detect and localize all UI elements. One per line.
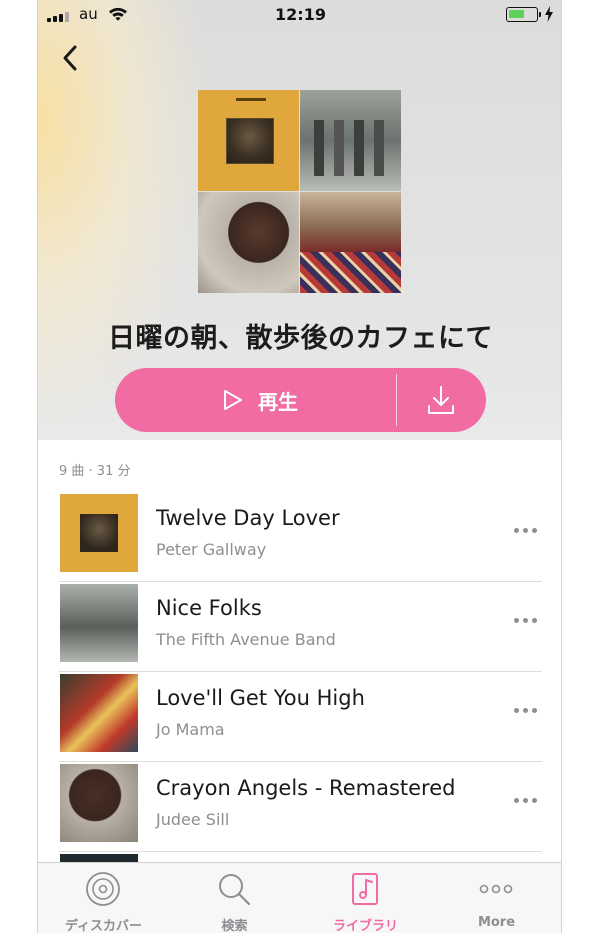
search-icon bbox=[219, 874, 251, 906]
tab-bar: ディスカバー 検索 ライブラリ More bbox=[38, 862, 561, 933]
back-chevron-icon[interactable] bbox=[58, 44, 84, 72]
playlist-artwork bbox=[198, 90, 401, 293]
track-row[interactable]: Twelve Day Lover Peter Gallway bbox=[59, 492, 542, 582]
track-title: Nice Folks bbox=[156, 596, 262, 620]
charging-bolt-icon bbox=[545, 6, 553, 22]
artwork-tile bbox=[198, 192, 299, 293]
play-icon bbox=[224, 390, 242, 410]
track-title: Twelve Day Lover bbox=[156, 506, 340, 530]
status-bar: au 12:19 bbox=[38, 0, 561, 30]
action-pill: 再生 bbox=[115, 368, 486, 432]
track-artwork bbox=[60, 494, 138, 572]
artwork-tile bbox=[300, 90, 401, 191]
track-row[interactable]: Love'll Get You High Jo Mama bbox=[59, 672, 542, 762]
download-icon bbox=[428, 386, 454, 414]
track-title: Crayon Angels - Remastered bbox=[156, 776, 456, 800]
more-icon bbox=[479, 884, 513, 894]
track-title: Love'll Get You High bbox=[156, 686, 365, 710]
track-artist: The Fifth Avenue Band bbox=[156, 630, 336, 649]
tab-label: ライブラリ bbox=[332, 919, 398, 933]
track-artist: Judee Sill bbox=[156, 810, 230, 829]
tab-discover[interactable]: ディスカバー bbox=[38, 863, 169, 933]
library-icon bbox=[352, 873, 378, 905]
artwork-tile bbox=[198, 90, 299, 191]
playlist-title: 日曜の朝、散歩後のカフェにて bbox=[108, 323, 493, 354]
track-artwork bbox=[60, 674, 138, 752]
more-options-icon[interactable] bbox=[514, 618, 538, 626]
play-button-label: 再生 bbox=[258, 390, 298, 414]
download-button[interactable] bbox=[397, 368, 486, 432]
artwork-tile bbox=[300, 192, 401, 293]
tab-more[interactable]: More bbox=[431, 863, 561, 933]
discover-icon bbox=[86, 872, 120, 906]
track-artist: Peter Gallway bbox=[156, 540, 267, 559]
tab-search[interactable]: 検索 bbox=[169, 863, 300, 933]
tab-library[interactable]: ライブラリ bbox=[300, 863, 431, 933]
play-button[interactable]: 再生 bbox=[115, 368, 395, 432]
clock: 12:19 bbox=[275, 5, 326, 24]
more-options-icon[interactable] bbox=[514, 798, 538, 806]
track-artist: Jo Mama bbox=[156, 720, 225, 739]
tab-label: More bbox=[477, 915, 516, 930]
track-row[interactable]: Nice Folks The Fifth Avenue Band bbox=[59, 582, 542, 672]
track-row[interactable]: Crayon Angels - Remastered Judee Sill bbox=[59, 762, 542, 852]
track-artwork bbox=[60, 764, 138, 842]
track-artwork bbox=[60, 584, 138, 662]
tab-label: 検索 bbox=[221, 919, 248, 933]
tab-label: ディスカバー bbox=[64, 919, 143, 933]
playlist-meta: 9 曲 · 31 分 bbox=[59, 464, 131, 479]
more-options-icon[interactable] bbox=[514, 708, 538, 716]
battery-icon bbox=[506, 7, 541, 22]
app-screen: au 12:19 日曜の朝、散歩後のカフェにて 再生 9 曲 · 31 分 Tw… bbox=[37, 0, 562, 933]
more-options-icon[interactable] bbox=[514, 528, 538, 536]
